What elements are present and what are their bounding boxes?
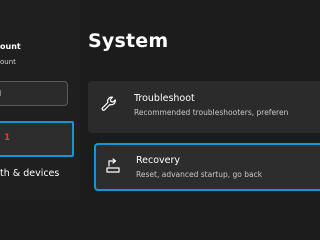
troubleshoot-description: Recommended troubleshooters, preferen xyxy=(134,108,289,117)
annotation-marker: 1 xyxy=(4,133,11,143)
recovery-card[interactable]: Recovery Reset, advanced startup, go bac… xyxy=(94,143,320,191)
search-input[interactable]: l xyxy=(0,81,68,106)
troubleshoot-title: Troubleshoot xyxy=(134,93,195,104)
sidebar: ount ount l 1 th & devices xyxy=(0,0,80,200)
troubleshoot-card[interactable]: Troubleshoot Recommended troubleshooters… xyxy=(88,81,320,133)
wrench-icon xyxy=(100,95,118,113)
recovery-icon xyxy=(104,157,122,175)
page-title: System xyxy=(88,30,169,52)
account-subtitle: ount xyxy=(0,58,16,66)
sidebar-item-selected[interactable]: 1 xyxy=(0,121,74,157)
recovery-title: Recovery xyxy=(136,155,181,166)
sidebar-item-bluetooth-devices[interactable]: th & devices xyxy=(0,168,59,179)
account-name: ount xyxy=(0,42,21,51)
recovery-description: Reset, advanced startup, go back xyxy=(136,170,263,179)
